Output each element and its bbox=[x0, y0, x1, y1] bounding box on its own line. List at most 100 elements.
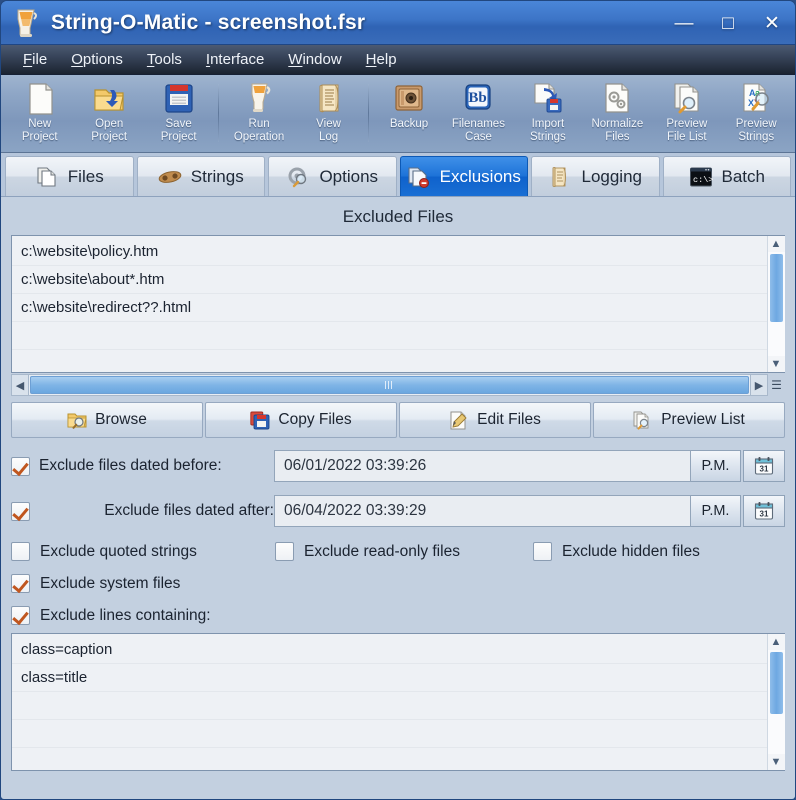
scroll-right-icon[interactable]: ▶ bbox=[750, 374, 768, 396]
exclude-read-only-files-cell: Exclude read-only files bbox=[275, 542, 533, 561]
tab-bar: Files Strings Options Exclusions Logging… bbox=[1, 153, 795, 197]
toolbar-button-import-strings[interactable]: Import Strings bbox=[513, 78, 582, 152]
exclude-system-files-checkbox[interactable] bbox=[11, 574, 30, 593]
console-icon: c:\> bbox=[689, 166, 713, 188]
excluded-lines-list[interactable]: class=caption class=title bbox=[12, 634, 767, 770]
exclude-dated-after-calendar-button[interactable]: 31 bbox=[743, 495, 785, 527]
excluded-files-listbox[interactable]: c:\website\policy.htm c:\website\about*.… bbox=[11, 235, 785, 373]
toolbar-label: Import bbox=[531, 118, 565, 130]
toolbar-label: New bbox=[28, 118, 52, 130]
scroll-track-horizontal[interactable] bbox=[29, 374, 750, 396]
list-item-empty[interactable] bbox=[12, 692, 767, 720]
scroll-thumb[interactable] bbox=[769, 254, 783, 322]
toolbar-button-normalize-files[interactable]: Normalize Files bbox=[583, 78, 652, 152]
content-pane: Excluded Files c:\website\policy.htm c:\… bbox=[1, 197, 795, 799]
close-button[interactable]: ✕ bbox=[757, 8, 787, 38]
exclude-dated-before-calendar-button[interactable]: 31 bbox=[743, 450, 785, 482]
list-item[interactable]: c:\website\redirect??.html bbox=[12, 294, 767, 322]
tab-files[interactable]: Files bbox=[5, 156, 134, 196]
toolbar-button-view-log[interactable]: View Log bbox=[294, 78, 363, 152]
exclude-hidden-files-cell: Exclude hidden files bbox=[533, 542, 700, 561]
list-item[interactable]: c:\website\policy.htm bbox=[12, 238, 767, 266]
toolbar-button-backup[interactable]: Backup bbox=[374, 78, 443, 152]
excluded-files-list[interactable]: c:\website\policy.htm c:\website\about*.… bbox=[12, 236, 767, 372]
exclude-dated-after-checkbox[interactable] bbox=[11, 501, 30, 521]
tab-strings[interactable]: Strings bbox=[136, 156, 265, 196]
exclude-lines-containing-checkbox[interactable] bbox=[11, 606, 30, 625]
folder-open-icon bbox=[91, 82, 127, 116]
excluded-files-horizontal-scrollbar[interactable]: ◀ ▶ ☰ bbox=[11, 374, 785, 396]
toolbar-label-2: Project bbox=[21, 130, 58, 143]
menu-item-interface[interactable]: Interface bbox=[194, 48, 276, 71]
toolbar-label: Run bbox=[248, 118, 270, 130]
scroll-thumb-horizontal[interactable] bbox=[30, 376, 749, 394]
toolbar-button-new-project[interactable]: New Project bbox=[5, 78, 74, 152]
list-item-empty[interactable] bbox=[12, 720, 767, 748]
exclude-dated-after-row: Exclude files dated after: 06/04/2022 03… bbox=[11, 494, 785, 528]
scroll-down-icon[interactable]: ▼ bbox=[767, 754, 785, 770]
toolbar-separator bbox=[368, 84, 370, 142]
menu-item-file[interactable]: File bbox=[11, 48, 59, 71]
scroll-up-icon[interactable]: ▲ bbox=[767, 236, 785, 252]
scroll-track[interactable] bbox=[767, 650, 785, 754]
tab-batch[interactable]: c:\> Batch bbox=[662, 156, 791, 196]
scroll-thumb[interactable] bbox=[769, 652, 783, 714]
menu-item-window[interactable]: Window bbox=[276, 48, 353, 71]
exclude-quoted-strings-checkbox[interactable] bbox=[11, 542, 30, 561]
list-item[interactable]: c:\website\about*.htm bbox=[12, 266, 767, 294]
toolbar-button-save-project[interactable]: Save Project bbox=[144, 78, 213, 152]
axy-magnifier-icon: A a X Y bbox=[738, 82, 774, 116]
exclude-dated-after-input[interactable]: 06/04/2022 03:39:29 bbox=[274, 495, 691, 527]
list-item[interactable]: class=title bbox=[12, 664, 767, 692]
exclude-dated-after-label: Exclude files dated after: bbox=[104, 502, 274, 519]
minimize-button[interactable]: — bbox=[669, 8, 699, 38]
excluded-lines-listbox[interactable]: class=caption class=title ▲ ▼ bbox=[11, 633, 785, 771]
list-item[interactable]: class=caption bbox=[12, 636, 767, 664]
exclude-system-files-label: Exclude system files bbox=[40, 574, 181, 592]
exclude-dated-before-input[interactable]: 06/01/2022 03:39:26 bbox=[274, 450, 691, 482]
toolbar-button-run-operation[interactable]: Run Operation bbox=[224, 78, 293, 152]
tab-logging[interactable]: Logging bbox=[531, 156, 660, 196]
preview-list-button[interactable]: Preview List bbox=[593, 402, 785, 438]
exclude-dated-after-ampm-button[interactable]: P.M. bbox=[691, 495, 741, 527]
scroll-down-icon[interactable]: ▼ bbox=[767, 356, 785, 372]
copy-files-button[interactable]: Copy Files bbox=[205, 402, 397, 438]
exclude-read-only-files-checkbox[interactable] bbox=[275, 542, 294, 561]
scroll-up-icon[interactable]: ▲ bbox=[767, 634, 785, 650]
list-item-empty[interactable] bbox=[12, 322, 767, 350]
toolbar-button-preview-file-list[interactable]: Preview File List bbox=[652, 78, 721, 152]
exclude-hidden-files-checkbox[interactable] bbox=[533, 542, 552, 561]
button-label: Edit Files bbox=[477, 411, 541, 428]
exclude-dated-before-checkbox[interactable] bbox=[11, 456, 30, 476]
exclude-hidden-files-label: Exclude hidden files bbox=[562, 542, 700, 560]
toolbar-button-open-project[interactable]: Open Project bbox=[74, 78, 143, 152]
exclude-dated-before-row: Exclude files dated before: 06/01/2022 0… bbox=[11, 449, 785, 483]
exclude-read-only-files-label: Exclude read-only files bbox=[304, 542, 460, 560]
edit-files-button[interactable]: Edit Files bbox=[399, 402, 591, 438]
tab-options[interactable]: Options bbox=[268, 156, 397, 196]
toolbar-label-2: Strings bbox=[738, 130, 775, 143]
title-bar: String-O-Matic - screenshot.fsr — □ ✕ bbox=[1, 1, 795, 45]
maximize-button[interactable]: □ bbox=[713, 8, 743, 38]
grip-icon bbox=[385, 381, 394, 389]
tab-exclusions[interactable]: Exclusions bbox=[399, 156, 528, 196]
excluded-files-vertical-scrollbar[interactable]: ▲ ▼ bbox=[767, 236, 785, 372]
list-menu-icon[interactable]: ☰ bbox=[768, 374, 785, 396]
browse-button[interactable]: Browse bbox=[11, 402, 203, 438]
menu-item-help[interactable]: Help bbox=[354, 48, 409, 71]
button-label: Preview List bbox=[661, 411, 745, 428]
pages-magnifier-icon bbox=[633, 411, 653, 430]
toolbar-button-preview-strings[interactable]: A a X Y Preview Strings bbox=[722, 78, 791, 152]
svg-text:Bb: Bb bbox=[469, 90, 487, 106]
excluded-lines-vertical-scrollbar[interactable]: ▲ ▼ bbox=[767, 634, 785, 770]
toolbar-label: Preview bbox=[735, 118, 777, 130]
exclude-dated-before-ampm-button[interactable]: P.M. bbox=[691, 450, 741, 482]
toolbar-label: Save bbox=[165, 118, 192, 130]
menu-item-options[interactable]: Options bbox=[59, 48, 135, 71]
scroll-left-icon[interactable]: ◀ bbox=[11, 374, 29, 396]
toolbar-button-filenames-case[interactable]: Bb Filenames Case bbox=[444, 78, 513, 152]
menu-item-tools[interactable]: Tools bbox=[135, 48, 194, 71]
page-title: Excluded Files bbox=[342, 207, 454, 226]
pages-magnifier-icon bbox=[669, 82, 705, 116]
scroll-track[interactable] bbox=[767, 252, 785, 356]
